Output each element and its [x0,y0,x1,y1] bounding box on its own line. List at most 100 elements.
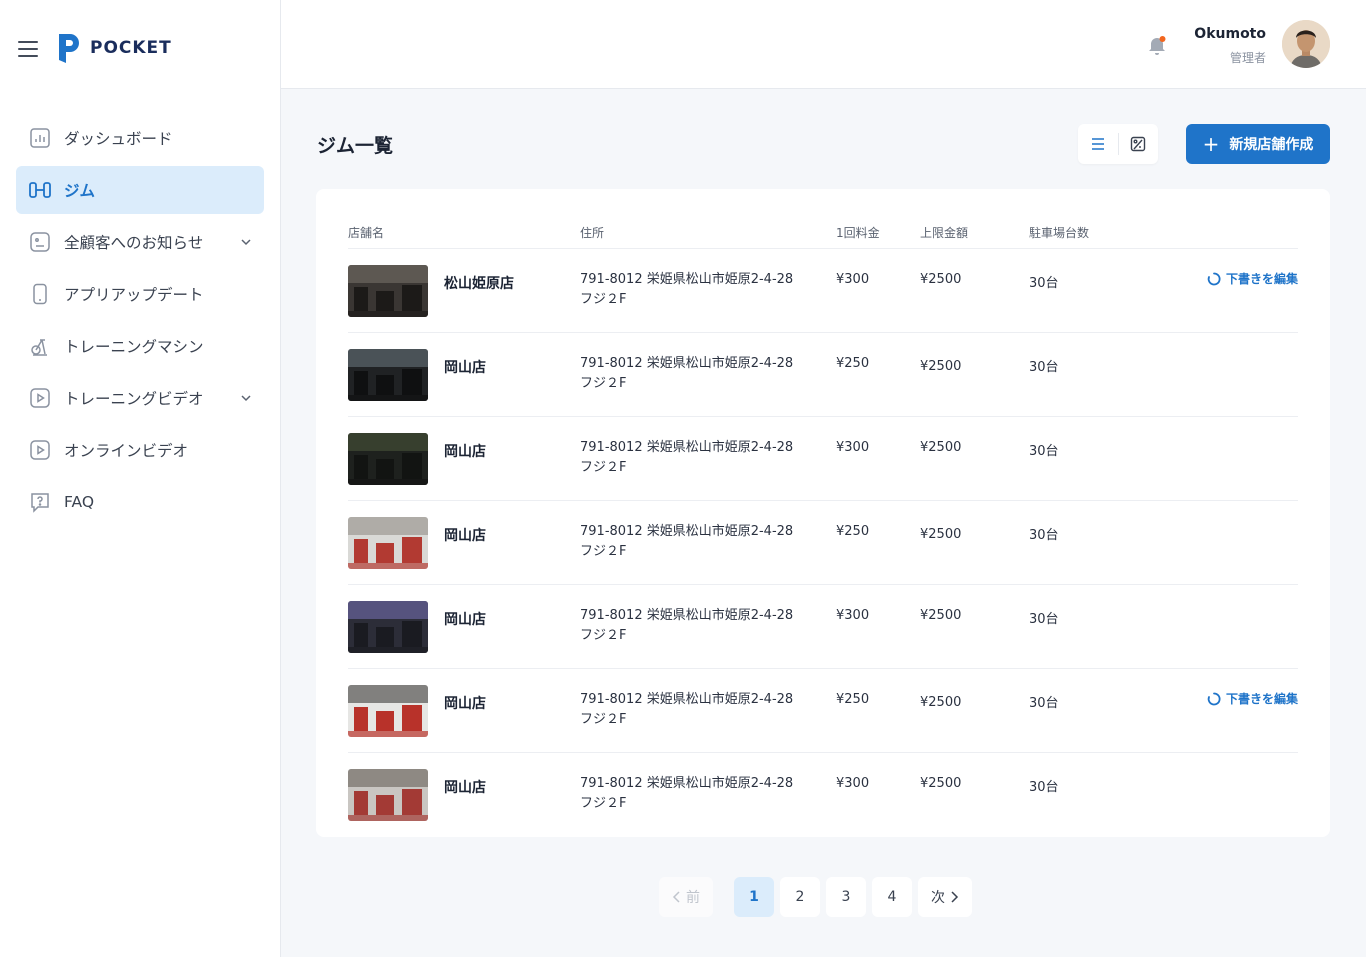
sidebar-item-label: アプリアップデート [64,286,204,304]
sidebar-item-label: オンラインビデオ [64,442,189,460]
table-row[interactable]: 岡山店 791-8012 栄姫県松山市姫原2-4-28 フジ２F ¥300 ¥2500 3… [348,585,1298,669]
address-line-1: 791-8012 栄姫県松山市姫原2-4-28 [580,692,794,707]
table-row[interactable]: 岡山店 791-8012 栄姫県松山市姫原2-4-28 フジ２F ¥250 ¥2500 3… [348,501,1298,585]
image-icon [1131,136,1146,152]
video-icon [28,386,52,410]
list-icon [1091,138,1104,150]
address-line-2: フジ２F [580,292,627,307]
column-header-name: 店舗名 [348,226,385,240]
notification-dot [1159,36,1166,42]
store-name[interactable]: 岡山店 [444,609,486,629]
create-store-button[interactable]: + 新規店舗作成 [1186,124,1330,164]
address-line-2: フジ２F [580,628,627,643]
edit-draft-button[interactable]: 下書きを編集 [1207,270,1298,287]
store-address: 791-8012 栄姫県松山市姫原2-4-28 フジ２F [580,690,793,730]
parking-cell: 30台 [1029,276,1059,291]
exercise-bike-icon [28,334,52,358]
announcement-icon [28,230,52,254]
sidebar-item-faq[interactable]: FAQ [16,478,264,526]
menu-icon[interactable] [18,40,38,57]
store-name[interactable]: 松山姫原店 [444,273,514,293]
column-header-address: 住所 [580,226,605,240]
limit-cell: ¥2500 [920,272,962,287]
store-name[interactable]: 岡山店 [444,777,486,797]
gym-icon [28,178,52,202]
view-toggle [1078,124,1158,164]
sidebar-item-app-update[interactable]: アプリアップデート [16,270,264,318]
sidebar-item-announcements[interactable]: 全顧客へのお知らせ [16,218,264,266]
page-4-button[interactable]: 4 [872,877,912,917]
table-row[interactable]: 岡山店 791-8012 栄姫県松山市姫原2-4-28 フジ２F ¥250 ¥2500 3… [348,669,1298,753]
sidebar-nav: ダッシュボード ジム 全顧客へのお知らせ アプリアップデート トレーニングマシン… [16,114,264,530]
sidebar-item-online-video[interactable]: オンラインビデオ [16,426,264,474]
store-name[interactable]: 岡山店 [444,525,486,545]
gym-thumbnail [348,685,428,737]
store-address: 791-8012 栄姫県松山市姫原2-4-28 フジ２F [580,438,793,478]
limit-cell: ¥2500 [920,608,962,623]
user-name[interactable]: Okumoto [1194,26,1266,42]
plus-icon: + [1202,132,1220,156]
store-address: 791-8012 栄姫県松山市姫原2-4-28 フジ２F [580,774,793,814]
gym-thumbnail [348,433,428,485]
next-page-label: 次 [931,890,945,906]
store-address: 791-8012 栄姫県松山市姫原2-4-28 フジ２F [580,270,793,310]
column-header-fee: 1回料金 [836,226,880,240]
prev-page-button[interactable]: 前 [659,877,713,917]
address-line-1: 791-8012 栄姫県松山市姫原2-4-28 [580,272,794,287]
store-address: 791-8012 栄姫県松山市姫原2-4-28 フジ２F [580,606,793,646]
avatar[interactable] [1282,20,1330,68]
fee-cell: ¥300 [836,272,870,287]
next-page-button[interactable]: 次 [918,877,972,917]
table-row[interactable]: 岡山店 791-8012 栄姫県松山市姫原2-4-28 フジ２F ¥300 ¥2500 3… [348,753,1298,837]
parking-cell: 30台 [1029,528,1059,543]
question-icon [28,490,52,514]
address-line-2: フジ２F [580,712,627,727]
limit-cell: ¥2500 [920,776,962,791]
sidebar-item-dashboard[interactable]: ダッシュボード [16,114,264,162]
page-1-button[interactable]: 1 [734,877,774,917]
brand: POCKET [18,30,172,66]
sidebar-item-label: トレーニングビデオ [64,390,204,408]
sidebar-item-training-machine[interactable]: トレーニングマシン [16,322,264,370]
gym-thumbnail [348,265,428,317]
sidebar: POCKET ダッシュボード ジム 全顧客へのお知らせ アプリアップデート トレ… [0,0,281,957]
sidebar-item-training-video[interactable]: トレーニングビデオ [16,374,264,422]
chevron-down-icon[interactable] [240,236,252,248]
fee-cell: ¥250 [836,692,870,707]
sidebar-item-gym[interactable]: ジム [16,166,264,214]
edit-draft-label: 下書きを編集 [1225,272,1298,286]
pocket-logo-icon [59,34,79,63]
chevron-left-icon [672,891,680,903]
chevron-down-icon[interactable] [240,392,252,404]
fee-cell: ¥300 [836,776,870,791]
top-bar: Okumoto 管理者 [281,0,1366,89]
brand-name: POCKET [90,38,172,58]
create-store-label: 新規店舗作成 [1229,137,1314,153]
parking-cell: 30台 [1029,360,1059,375]
page-2-button[interactable]: 2 [780,877,820,917]
list-view-button[interactable] [1078,124,1118,164]
table-row[interactable]: 松山姫原店 791-8012 栄姫県松山市姫原2-4-28 フジ２F ¥300 ¥250… [348,249,1298,333]
table-row[interactable]: 岡山店 791-8012 栄姫県松山市姫原2-4-28 フジ２F ¥250 ¥2500 3… [348,333,1298,417]
prev-page-label: 前 [686,890,700,906]
sidebar-item-label: ジム [64,182,96,200]
column-header-limit: 上限金額 [920,226,969,240]
store-name[interactable]: 岡山店 [444,441,486,461]
page-3-button[interactable]: 3 [826,877,866,917]
bell-icon[interactable] [1147,34,1167,56]
store-name[interactable]: 岡山店 [444,357,486,377]
sidebar-item-label: FAQ [64,493,95,511]
chevron-right-icon [951,891,959,903]
phone-icon [28,282,52,306]
store-address: 791-8012 栄姫県松山市姫原2-4-28 フジ２F [580,354,793,394]
gym-thumbnail [348,517,428,569]
store-name[interactable]: 岡山店 [444,693,486,713]
sidebar-item-label: ダッシュボード [64,130,173,148]
table-row[interactable]: 岡山店 791-8012 栄姫県松山市姫原2-4-28 フジ２F ¥300 ¥2500 3… [348,417,1298,501]
chart-icon [28,126,52,150]
address-line-2: フジ２F [580,796,627,811]
grid-view-button[interactable] [1118,124,1158,164]
address-line-2: フジ２F [580,376,627,391]
column-header-parking: 駐車場台数 [1029,226,1090,240]
edit-draft-button[interactable]: 下書きを編集 [1207,690,1298,707]
